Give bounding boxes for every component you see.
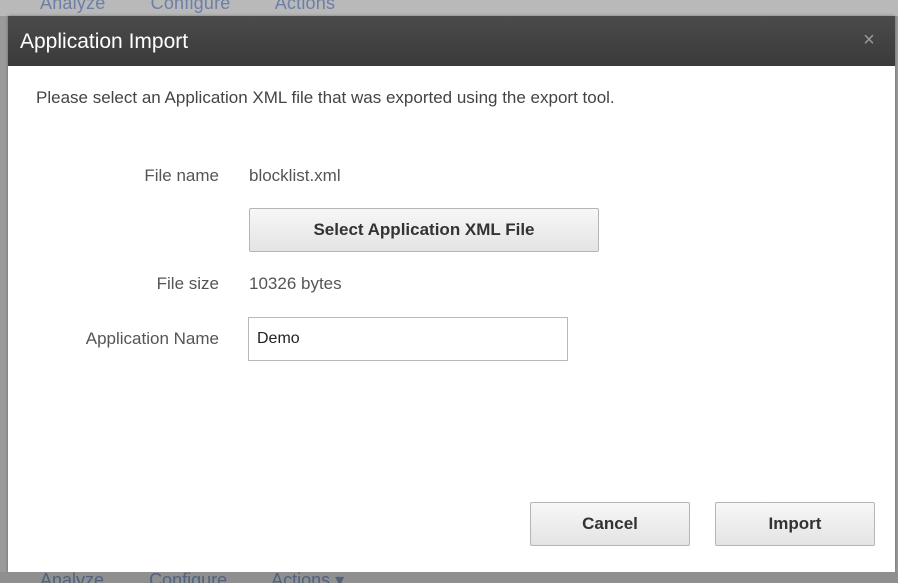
background-page-top: Analyze Configure Actions bbox=[0, 0, 898, 16]
file-name-value: blocklist.xml bbox=[249, 166, 341, 185]
background-page-bottom: Analyze Configure Actions ▾ bbox=[0, 572, 898, 583]
bg-nav-item: Analyze bbox=[40, 572, 105, 583]
bg-nav-item: Analyze bbox=[40, 0, 106, 13]
background-nav-top: Analyze Configure Actions bbox=[40, 0, 375, 14]
bg-nav-item: Actions ▾ bbox=[271, 572, 345, 583]
cancel-button[interactable]: Cancel bbox=[530, 502, 690, 546]
dialog-titlebar: Application Import × bbox=[8, 16, 895, 66]
instruction-text: Please select an Application XML file th… bbox=[36, 88, 615, 107]
background-nav-bottom: Analyze Configure Actions ▾ bbox=[40, 572, 384, 583]
file-size-value: 10326 bytes bbox=[249, 274, 342, 293]
bg-nav-item: Actions bbox=[274, 0, 336, 13]
file-name-label: File name bbox=[144, 166, 219, 185]
select-file-button[interactable]: Select Application XML File bbox=[249, 208, 599, 252]
bg-nav-item: Configure bbox=[149, 572, 228, 583]
dialog-title: Application Import bbox=[20, 30, 189, 53]
application-name-label: Application Name bbox=[85, 329, 219, 348]
bg-nav-item: Configure bbox=[150, 0, 231, 13]
file-size-label: File size bbox=[156, 274, 219, 293]
application-name-input[interactable] bbox=[248, 317, 568, 361]
application-import-dialog: Application Import × Please select an Ap… bbox=[8, 16, 895, 572]
import-button[interactable]: Import bbox=[715, 502, 875, 546]
close-icon[interactable]: × bbox=[857, 28, 881, 52]
